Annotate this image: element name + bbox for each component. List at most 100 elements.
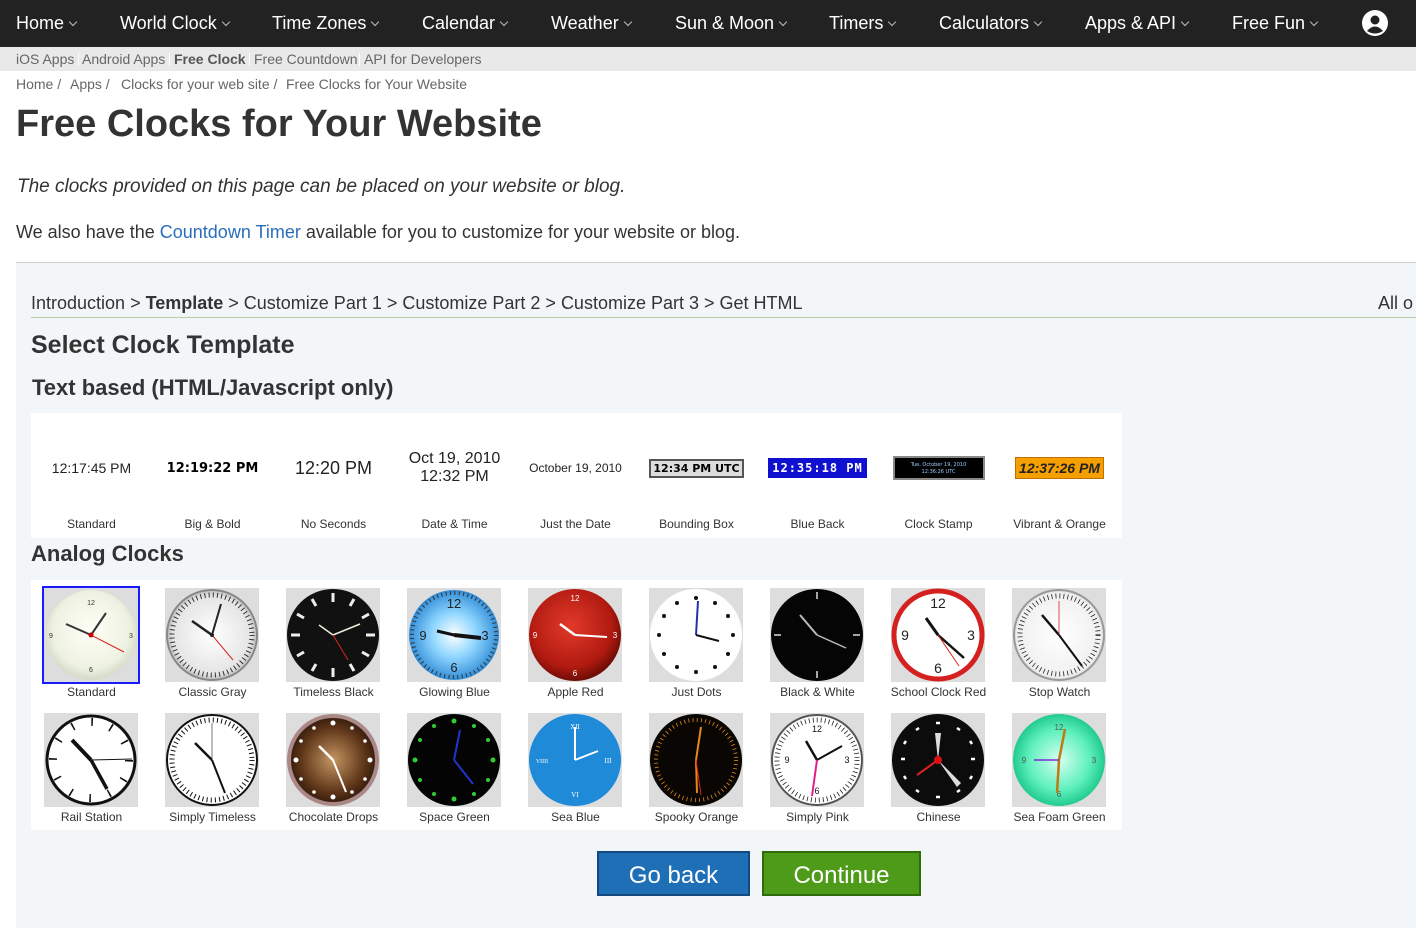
nav-time-zones[interactable]: Time Zones bbox=[272, 0, 380, 47]
text-template-bounding-box[interactable]: 12:34 PM UTC Bounding Box bbox=[636, 413, 757, 538]
sample-time: 12:36:26 UTC bbox=[921, 469, 956, 475]
nav-free-fun[interactable]: Free Fun bbox=[1232, 0, 1319, 47]
nav-free-fun-label: Free Fun bbox=[1232, 13, 1306, 33]
text-template-date-time[interactable]: Oct 19, 2010 12:32 PM Date & Time bbox=[394, 413, 515, 538]
step-get-html: Get HTML bbox=[719, 293, 803, 313]
svg-text:VI: VI bbox=[571, 791, 579, 799]
text-template-vibrant-orange[interactable]: 12:37:26 PM Vibrant & Orange bbox=[999, 413, 1120, 538]
template-label: Clock Stamp bbox=[904, 517, 973, 531]
chevron-down-icon bbox=[888, 17, 897, 27]
step-introduction[interactable]: Introduction bbox=[31, 293, 125, 313]
analog-template-apple-red[interactable]: 12 3 6 9 Apple Red bbox=[515, 580, 636, 705]
analog-template-spooky-orange[interactable]: Spooky Orange bbox=[636, 705, 757, 830]
analog-template-standard[interactable]: 12 3 6 9 Standard bbox=[31, 580, 152, 705]
sample-date-time: Oct 19, 2010 12:32 PM bbox=[409, 450, 501, 486]
nav-home-label: Home bbox=[16, 13, 65, 33]
nav-sun-moon-label: Sun & Moon bbox=[675, 13, 775, 33]
nav-sun-moon[interactable]: Sun & Moon bbox=[675, 0, 788, 47]
chevron-down-icon bbox=[371, 17, 380, 27]
countdown-timer-link[interactable]: Countdown Timer bbox=[160, 222, 301, 242]
sample-date: Tue, October 19, 2010 bbox=[910, 462, 967, 468]
analog-template-classic-gray[interactable]: Classic Gray bbox=[152, 580, 273, 705]
analog-template-school-red[interactable]: 12 3 6 9 School Clock Red bbox=[878, 580, 999, 705]
analog-template-simply-timeless[interactable]: Simply Timeless bbox=[152, 705, 273, 830]
nav-timers-label: Timers bbox=[829, 13, 884, 33]
analog-template-chinese[interactable]: Chinese bbox=[878, 705, 999, 830]
chevron-down-icon bbox=[499, 17, 509, 27]
breadcrumb-apps[interactable]: Apps / bbox=[70, 76, 110, 92]
divider bbox=[169, 53, 170, 66]
analog-template-sea-blue[interactable]: XII III VI VIIII Sea Blue bbox=[515, 705, 636, 830]
chevron-down-icon bbox=[1180, 17, 1190, 27]
nav-calculators[interactable]: Calculators bbox=[939, 0, 1043, 47]
all-options-link[interactable]: All o bbox=[1378, 293, 1413, 314]
subnav-free-countdown[interactable]: Free Countdown bbox=[254, 51, 358, 67]
text-template-blue-back[interactable]: 12:35:18 PM Blue Back bbox=[757, 413, 878, 538]
apple-red-clock-icon: 12 3 6 9 bbox=[528, 588, 622, 682]
step-separator: > bbox=[540, 293, 561, 313]
subnav-free-clock[interactable]: Free Clock bbox=[174, 51, 246, 67]
text-template-just-date[interactable]: October 19, 2010 Just the Date bbox=[515, 413, 636, 538]
nav-timers[interactable]: Timers bbox=[829, 0, 897, 47]
subnav-api-developers[interactable]: API for Developers bbox=[364, 51, 482, 67]
nav-weather[interactable]: Weather bbox=[551, 0, 632, 47]
svg-text:12: 12 bbox=[571, 594, 580, 603]
page-title: Free Clocks for Your Website bbox=[16, 103, 542, 145]
nav-calendar[interactable]: Calendar bbox=[422, 0, 509, 47]
nav-weather-label: Weather bbox=[551, 13, 619, 33]
analog-template-simply-pink[interactable]: 12 3 6 9 Simply Pink bbox=[757, 705, 878, 830]
text-template-big-bold[interactable]: 12:19:22 PM Big & Bold bbox=[152, 413, 273, 538]
intro-text: The clocks provided on this page can be … bbox=[17, 176, 626, 197]
black-white-clock-icon bbox=[770, 588, 864, 682]
section-title: Select Clock Template bbox=[31, 331, 295, 359]
text-template-no-seconds[interactable]: 12:20 PM No Seconds bbox=[273, 413, 394, 538]
breadcrumb-current: Free Clocks for Your Website bbox=[286, 76, 468, 92]
text-template-standard[interactable]: 12:17:45 PM Standard bbox=[31, 413, 152, 538]
nav-home[interactable]: Home bbox=[16, 0, 78, 47]
rail-station-clock-icon bbox=[44, 713, 138, 807]
template-sample: October 19, 2010 bbox=[515, 443, 636, 493]
divider bbox=[31, 317, 1416, 318]
sample-time: 12:32 PM bbox=[420, 468, 489, 485]
analog-template-timeless-black[interactable]: Timeless Black bbox=[273, 580, 394, 705]
subnav-ios-apps[interactable]: iOS Apps bbox=[16, 51, 74, 67]
analog-template-glowing-blue[interactable]: 12 3 6 9 Glowing Blue bbox=[394, 580, 515, 705]
analog-template-just-dots[interactable]: Just Dots bbox=[636, 580, 757, 705]
template-sample: Oct 19, 2010 12:32 PM bbox=[394, 443, 515, 493]
breadcrumb-clocks-web-site[interactable]: Clocks for your web site / bbox=[121, 76, 277, 92]
svg-text:12: 12 bbox=[447, 596, 461, 611]
sample-time: 12:37:26 PM bbox=[1015, 457, 1104, 479]
step-customize-3: Customize Part 3 bbox=[560, 293, 699, 313]
analog-template-stop-watch[interactable]: Stop Watch bbox=[999, 580, 1120, 705]
svg-text:9: 9 bbox=[1022, 756, 1027, 765]
analog-template-sea-foam-green[interactable]: 12 3 6 9 Sea Foam Green bbox=[999, 705, 1120, 830]
divider bbox=[249, 53, 250, 66]
analog-template-space-green[interactable]: Space Green bbox=[394, 705, 515, 830]
go-back-button[interactable]: Go back bbox=[597, 851, 750, 896]
top-navigation: Home World Clock Time Zones Calendar Wea… bbox=[0, 0, 1416, 47]
analog-template-rail-station[interactable]: Rail Station bbox=[31, 705, 152, 830]
nav-time-zones-label: Time Zones bbox=[272, 13, 367, 33]
breadcrumb-home[interactable]: Home / bbox=[16, 76, 61, 92]
sample-time: 12:34 PM UTC bbox=[649, 458, 744, 478]
account-menu[interactable] bbox=[1361, 9, 1393, 37]
template-label: Apple Red bbox=[547, 685, 604, 699]
analog-template-black-white[interactable]: Black & White bbox=[757, 580, 878, 705]
text-template-clock-stamp[interactable]: Tue, October 19, 2010 12:36:26 UTC Clock … bbox=[878, 413, 999, 538]
chocolate-drops-clock-icon bbox=[286, 713, 380, 807]
continue-button[interactable]: Continue bbox=[762, 851, 921, 896]
template-label: Chinese bbox=[916, 810, 961, 824]
divider bbox=[78, 53, 79, 66]
svg-text:9: 9 bbox=[49, 633, 53, 640]
svg-text:6: 6 bbox=[814, 786, 819, 796]
svg-text:9: 9 bbox=[419, 628, 426, 643]
nav-apps-api[interactable]: Apps & API bbox=[1085, 0, 1190, 47]
nav-world-clock[interactable]: World Clock bbox=[120, 0, 230, 47]
analog-template-chocolate-drops[interactable]: Chocolate Drops bbox=[273, 705, 394, 830]
subnav-android-apps[interactable]: Android Apps bbox=[82, 51, 165, 67]
just-dots-clock-icon bbox=[649, 588, 743, 682]
step-template: Template bbox=[145, 293, 224, 313]
school-clock-red-icon: 12 3 6 9 bbox=[891, 588, 985, 682]
sample-stamp: Tue, October 19, 2010 12:36:26 UTC bbox=[892, 456, 985, 480]
nav-calendar-label: Calendar bbox=[422, 13, 496, 33]
